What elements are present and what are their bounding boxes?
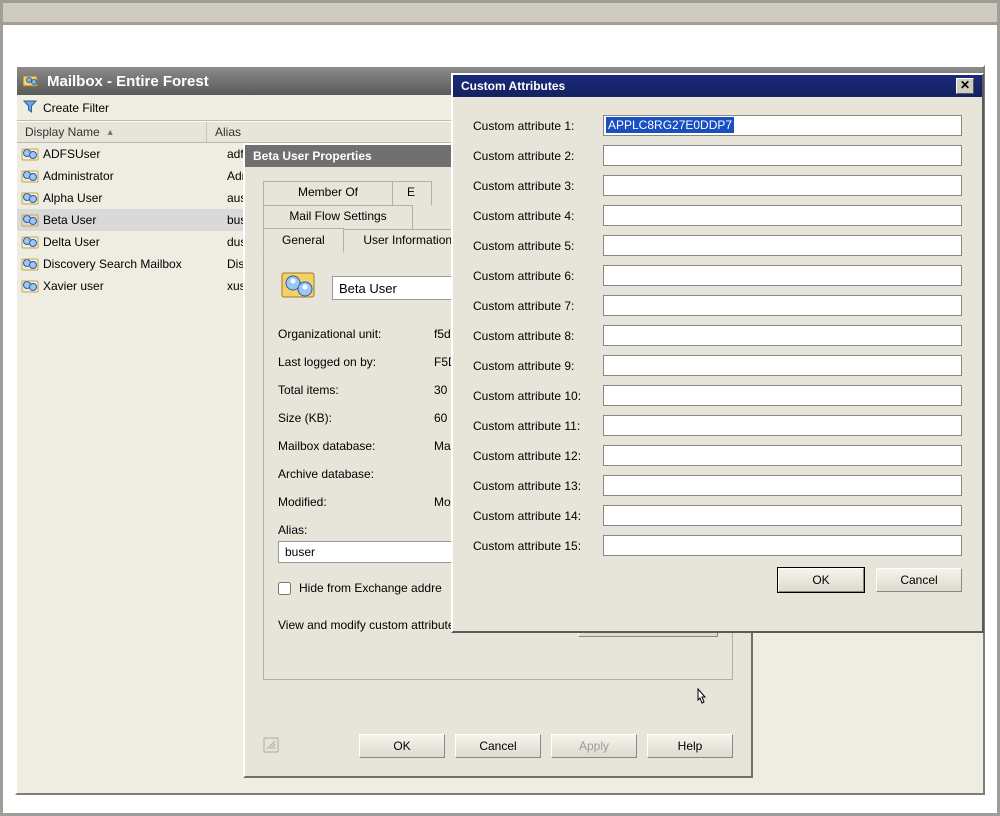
- info-label: Modified:: [278, 495, 434, 509]
- outer-frame: Mailbox - Entire Forest Create Filter Di…: [0, 0, 1000, 816]
- cursor-pointer-icon: [695, 687, 713, 709]
- attr-label: Custom attribute 5:: [473, 239, 603, 253]
- info-label: Mailbox database:: [278, 439, 434, 453]
- attr-input-4[interactable]: [603, 205, 962, 226]
- mailbox-icon: [23, 73, 41, 89]
- hide-checkbox[interactable]: [278, 582, 291, 595]
- attr-label: Custom attribute 13:: [473, 479, 603, 493]
- attr-label: Custom attribute 9:: [473, 359, 603, 373]
- filter-icon: [23, 100, 39, 116]
- user-icon: [21, 146, 39, 162]
- tab-member-of[interactable]: Member Of: [263, 181, 393, 205]
- attr-input-3[interactable]: [603, 175, 962, 196]
- row-display-name: Alpha User: [43, 191, 227, 205]
- info-label: Total items:: [278, 383, 434, 397]
- attr-row: Custom attribute 14:: [473, 505, 962, 526]
- attr-input-6[interactable]: [603, 265, 962, 286]
- attr-input-8[interactable]: [603, 325, 962, 346]
- attr-input-5[interactable]: [603, 235, 962, 256]
- outer-top-bar: [3, 3, 997, 25]
- attr-row: Custom attribute 6:: [473, 265, 962, 286]
- attr-input-10[interactable]: [603, 385, 962, 406]
- sort-asc-icon: ▲: [106, 127, 115, 137]
- custom-attributes-dialog: Custom Attributes ✕ Custom attribute 1:A…: [451, 73, 984, 633]
- tab-general[interactable]: General: [263, 228, 344, 252]
- attr-input-2[interactable]: [603, 145, 962, 166]
- attr-label: Custom attribute 4:: [473, 209, 603, 223]
- info-label: Size (KB):: [278, 411, 434, 425]
- mailbox-title: Mailbox - Entire Forest: [47, 73, 209, 90]
- attr-label: Custom attribute 10:: [473, 389, 603, 403]
- row-display-name: Xavier user: [43, 279, 227, 293]
- attr-input-13[interactable]: [603, 475, 962, 496]
- tab-mail-flow[interactable]: Mail Flow Settings: [263, 205, 413, 229]
- row-display-name: Discovery Search Mailbox: [43, 257, 227, 271]
- attr-row: Custom attribute 5:: [473, 235, 962, 256]
- attr-row: Custom attribute 10:: [473, 385, 962, 406]
- attr-label: Custom attribute 12:: [473, 449, 603, 463]
- attr-row: Custom attribute 2:: [473, 145, 962, 166]
- attr-row: Custom attribute 3:: [473, 175, 962, 196]
- tab-e[interactable]: E: [392, 181, 432, 205]
- properties-title: Beta User Properties: [253, 149, 372, 163]
- row-display-name: Administrator: [43, 169, 227, 183]
- close-icon[interactable]: ✕: [956, 78, 974, 94]
- info-label: Organizational unit:: [278, 327, 434, 341]
- attr-row: Custom attribute 11:: [473, 415, 962, 436]
- attrs-cancel-button[interactable]: Cancel: [876, 568, 962, 592]
- attr-input-11[interactable]: [603, 415, 962, 436]
- custom-attributes-titlebar: Custom Attributes ✕: [453, 75, 982, 97]
- cancel-button[interactable]: Cancel: [455, 734, 541, 758]
- ok-button[interactable]: OK: [359, 734, 445, 758]
- attr-row: Custom attribute 8:: [473, 325, 962, 346]
- hide-label: Hide from Exchange addre: [299, 581, 442, 595]
- user-icon: [21, 278, 39, 294]
- attr-input-9[interactable]: [603, 355, 962, 376]
- attr-row: Custom attribute 15:: [473, 535, 962, 556]
- info-label: Last logged on by:: [278, 355, 434, 369]
- attr-label: Custom attribute 1:: [473, 119, 603, 133]
- attr-row: Custom attribute 4:: [473, 205, 962, 226]
- attr-row: Custom attribute 7:: [473, 295, 962, 316]
- attr-label: Custom attribute 2:: [473, 149, 603, 163]
- dialog-grip-icon: [263, 737, 281, 755]
- user-mailbox-icon: [278, 267, 320, 309]
- attr-label: Custom attribute 14:: [473, 509, 603, 523]
- attr-label: Custom attribute 6:: [473, 269, 603, 283]
- row-display-name: ADFSUser: [43, 147, 227, 161]
- custom-attributes-title: Custom Attributes: [461, 79, 565, 93]
- attr-row: Custom attribute 9:: [473, 355, 962, 376]
- user-icon: [21, 190, 39, 206]
- user-icon: [21, 256, 39, 272]
- attr-input-15[interactable]: [603, 535, 962, 556]
- attr-label: Custom attribute 3:: [473, 179, 603, 193]
- col-display-name[interactable]: Display Name▲: [17, 122, 207, 142]
- attr-row: Custom attribute 13:: [473, 475, 962, 496]
- attr-label: Custom attribute 11:: [473, 419, 603, 433]
- info-label: Archive database:: [278, 467, 434, 481]
- attr-label: Custom attribute 8:: [473, 329, 603, 343]
- row-display-name: Delta User: [43, 235, 227, 249]
- help-button[interactable]: Help: [647, 734, 733, 758]
- attr-input-14[interactable]: [603, 505, 962, 526]
- attr-row: Custom attribute 1:APPLC8RG27E0DDP7: [473, 115, 962, 136]
- attr-label: Custom attribute 15:: [473, 539, 603, 553]
- user-icon: [21, 234, 39, 250]
- user-icon: [21, 212, 39, 228]
- user-icon: [21, 168, 39, 184]
- attr-row: Custom attribute 12:: [473, 445, 962, 466]
- create-filter-link[interactable]: Create Filter: [43, 101, 109, 115]
- attr-input-7[interactable]: [603, 295, 962, 316]
- attr-input-12[interactable]: [603, 445, 962, 466]
- row-display-name: Beta User: [43, 213, 227, 227]
- apply-button[interactable]: Apply: [551, 734, 637, 758]
- attr-label: Custom attribute 7:: [473, 299, 603, 313]
- attrs-ok-button[interactable]: OK: [778, 568, 864, 592]
